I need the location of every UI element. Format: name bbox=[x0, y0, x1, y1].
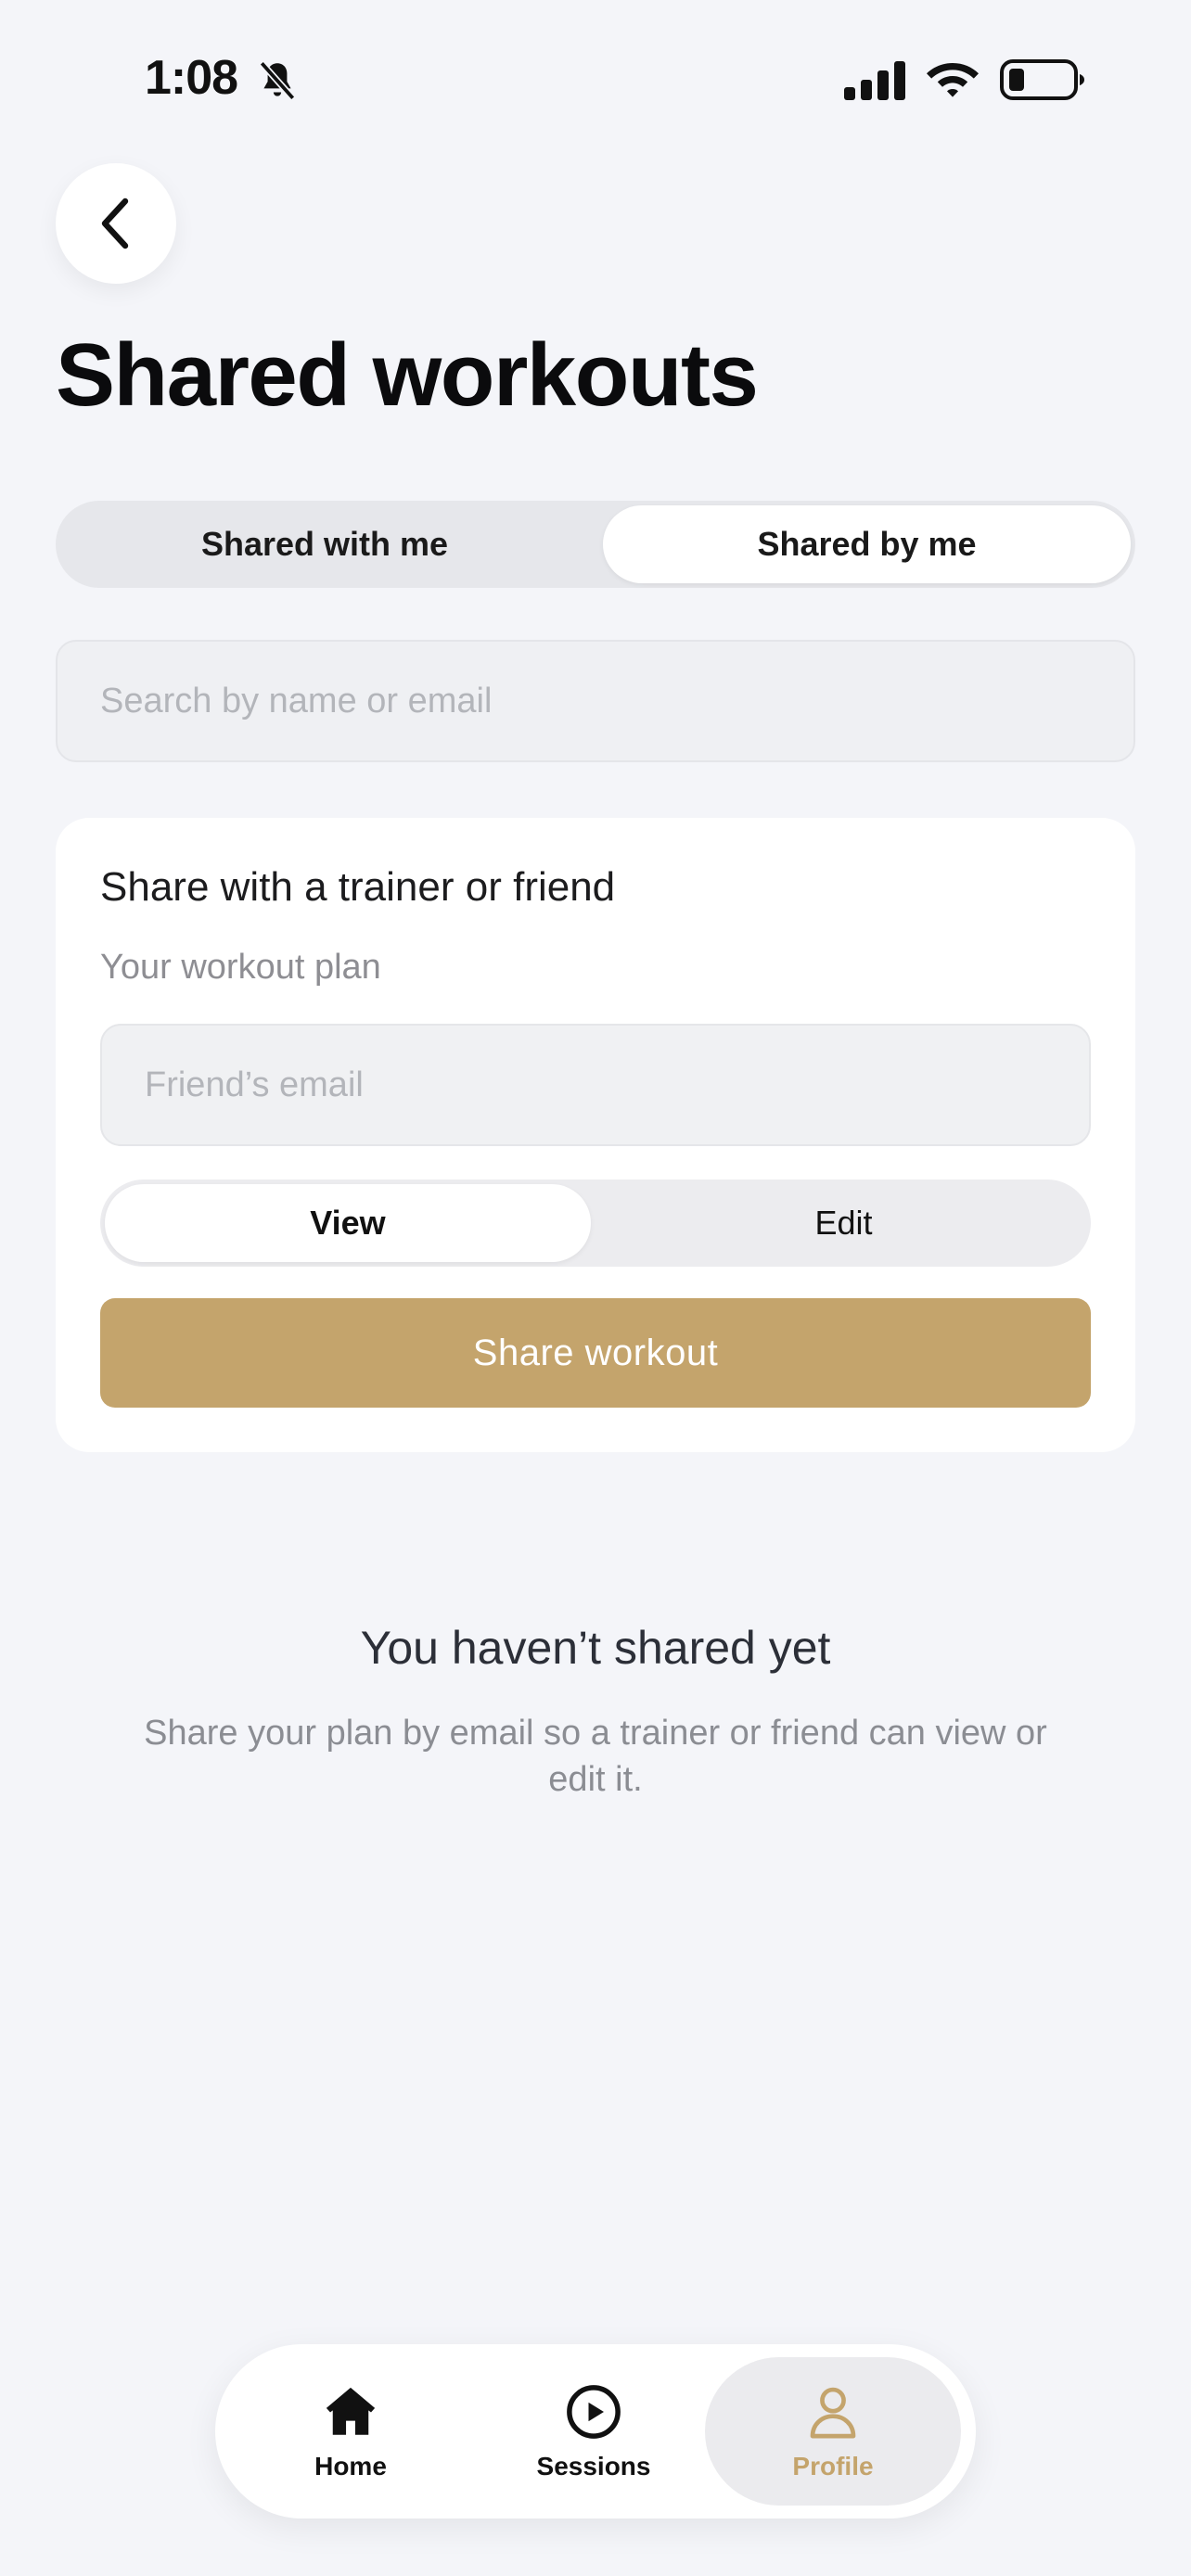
friend-email-field[interactable] bbox=[100, 1024, 1091, 1146]
tab-shared-by-me[interactable]: Shared by me bbox=[603, 505, 1131, 583]
status-time: 1:08 bbox=[145, 51, 238, 105]
back-button[interactable] bbox=[56, 163, 176, 284]
share-card: Share with a trainer or friend Your work… bbox=[56, 818, 1135, 1452]
signal-icon bbox=[844, 61, 905, 100]
nav-label-profile: Profile bbox=[792, 2452, 874, 2480]
nav-item-sessions[interactable]: Sessions bbox=[466, 2357, 722, 2506]
share-workout-button[interactable]: Share workout bbox=[100, 1298, 1091, 1408]
nav-label-sessions: Sessions bbox=[536, 2452, 651, 2480]
battery-icon bbox=[1000, 59, 1084, 100]
permission-view-option[interactable]: View bbox=[105, 1184, 591, 1262]
page-title: Shared workouts bbox=[56, 325, 759, 425]
empty-state-text: Share your plan by email so a trainer or… bbox=[144, 1714, 1047, 1799]
share-card-title: Share with a trainer or friend bbox=[100, 864, 616, 910]
bottom-nav: Home Sessions Profile bbox=[215, 2344, 976, 2519]
status-bar: 1:08 bbox=[0, 0, 1191, 158]
empty-state-title: You haven’t shared yet bbox=[360, 1622, 831, 1674]
share-card-subtitle: Your workout plan bbox=[100, 948, 381, 987]
nav-item-home[interactable]: Home bbox=[223, 2357, 479, 2506]
permission-edit-option[interactable]: Edit bbox=[601, 1184, 1086, 1262]
home-icon bbox=[326, 2387, 376, 2435]
nav-label-home: Home bbox=[314, 2452, 387, 2480]
bell-slash-icon bbox=[259, 60, 296, 101]
chevron-left-icon bbox=[101, 198, 129, 249]
play-circle-icon bbox=[567, 2385, 621, 2439]
share-direction-tabs: Shared with me Shared by me bbox=[56, 501, 1135, 588]
wifi-icon bbox=[927, 63, 979, 97]
search-input[interactable] bbox=[56, 640, 1135, 762]
nav-item-profile[interactable]: Profile bbox=[705, 2357, 961, 2506]
tab-shared-with-me[interactable]: Shared with me bbox=[60, 505, 589, 583]
person-icon bbox=[810, 2387, 856, 2439]
permission-toggle: View Edit bbox=[100, 1180, 1091, 1267]
